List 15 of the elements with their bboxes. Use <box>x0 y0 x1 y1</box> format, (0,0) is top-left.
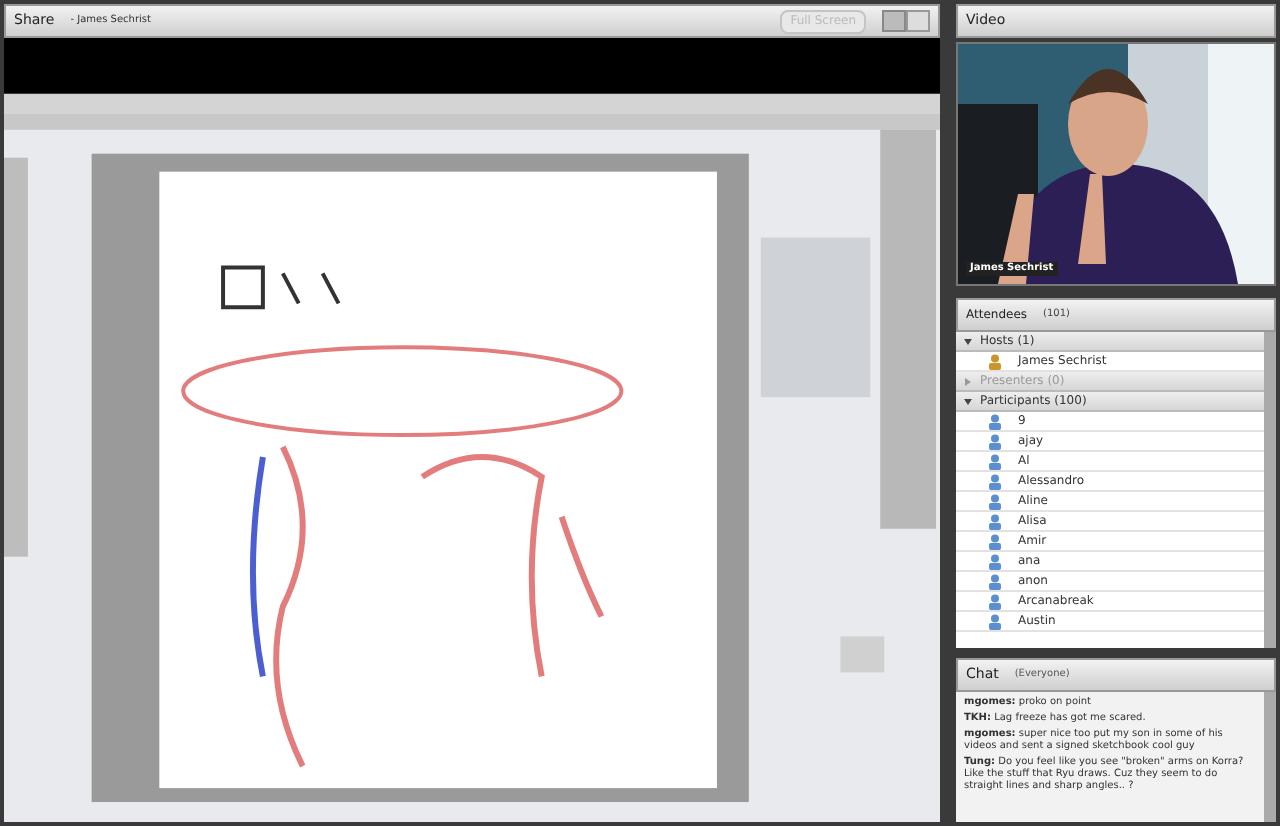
person-icon <box>988 613 1002 629</box>
layout-icon[interactable] <box>882 10 930 32</box>
person-icon <box>988 493 1002 509</box>
triangle-down-icon[interactable] <box>964 397 972 405</box>
person-icon <box>988 593 1002 609</box>
person-icon <box>988 453 1002 469</box>
person-icon <box>988 473 1002 489</box>
person-icon <box>988 353 1002 369</box>
person-icon <box>988 533 1002 549</box>
person-icon <box>988 553 1002 569</box>
triangle-down-icon[interactable] <box>964 337 972 345</box>
person-icon <box>988 573 1002 589</box>
person-icon <box>988 433 1002 449</box>
person-icon <box>988 513 1002 529</box>
person-icon <box>988 413 1002 429</box>
